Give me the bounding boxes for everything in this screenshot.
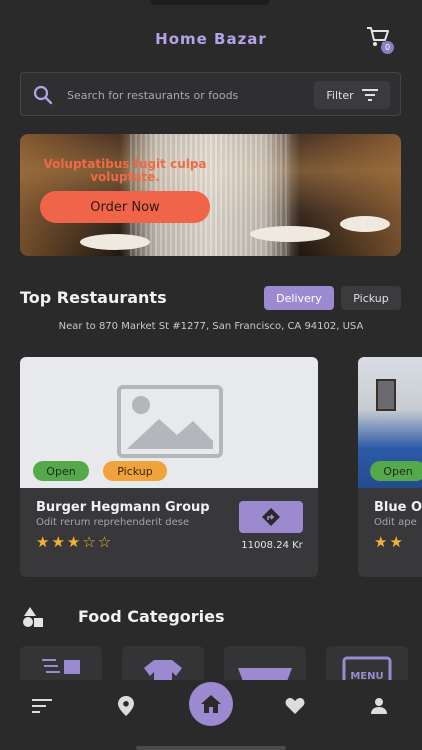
banner-table xyxy=(80,234,150,250)
home-icon xyxy=(201,695,221,713)
image-placeholder-icon xyxy=(117,385,223,458)
banner-headline: Voluptatibus fugit culpa voluptate. xyxy=(43,157,207,184)
heart-icon xyxy=(285,698,305,714)
directions-button[interactable] xyxy=(239,501,303,533)
location-address: Near to 870 Market St #1277, San Francis… xyxy=(58,321,364,332)
order-now-button[interactable]: Order Now xyxy=(40,191,210,223)
restaurant-name: Blue O xyxy=(374,500,422,515)
wall-frame xyxy=(376,379,396,411)
cart-button[interactable]: 0 xyxy=(366,26,394,54)
restaurant-image: Open Pickup xyxy=(20,357,318,488)
promo-banner[interactable]: Voluptatibus fugit culpa voluptate. Orde… xyxy=(20,134,401,256)
rating-stars: ★★★☆☆ xyxy=(36,533,114,551)
app-title: Home Bazar xyxy=(155,30,267,48)
restaurant-distance: 11008.24 Kr xyxy=(241,540,303,551)
nav-favorites[interactable] xyxy=(283,694,307,718)
search-icon[interactable] xyxy=(33,85,53,105)
user-icon xyxy=(371,698,387,714)
categories-icon xyxy=(23,607,43,627)
restaurant-name: Burger Hegmann Group xyxy=(36,500,210,515)
banner-table xyxy=(340,216,390,232)
nav-menu[interactable] xyxy=(30,694,54,718)
filter-label: Filter xyxy=(326,88,354,102)
nav-profile[interactable] xyxy=(367,694,391,718)
nav-location[interactable] xyxy=(114,694,138,718)
status-bar xyxy=(0,0,422,8)
cart-count-badge: 0 xyxy=(381,41,394,54)
open-badge: Open xyxy=(33,461,89,481)
directions-icon xyxy=(262,508,280,526)
tab-delivery[interactable]: Delivery xyxy=(264,286,334,310)
rating-stars: ★★ xyxy=(374,533,405,551)
status-notch xyxy=(150,0,270,5)
restaurant-description: Odit ape xyxy=(374,517,417,528)
food-categories-header: Food Categories xyxy=(20,604,320,630)
location-icon xyxy=(118,696,134,716)
filter-button[interactable]: Filter xyxy=(314,81,390,109)
tab-pickup[interactable]: Pickup xyxy=(341,286,401,310)
app-header: Home Bazar 0 xyxy=(0,22,422,56)
nav-home[interactable] xyxy=(189,682,233,726)
menu-icon xyxy=(32,699,52,713)
open-badge: Open xyxy=(370,461,422,481)
bottom-navigation xyxy=(0,680,422,750)
filter-icon xyxy=(361,89,378,101)
search-input[interactable] xyxy=(67,83,307,107)
restaurant-card[interactable]: Open Pickup Burger Hegmann Group Odit re… xyxy=(20,357,318,577)
banner-table xyxy=(250,226,330,242)
search-bar: Filter xyxy=(20,72,401,116)
restaurant-card[interactable]: Open Blue O Odit ape ★★ xyxy=(358,357,422,577)
restaurant-description: Odit rerum reprehenderit dese xyxy=(36,517,190,528)
restaurant-image: Open xyxy=(358,357,422,488)
pickup-badge: Pickup xyxy=(103,461,167,481)
home-indicator xyxy=(136,746,286,750)
food-categories-title: Food Categories xyxy=(78,607,225,626)
top-restaurants-title: Top Restaurants xyxy=(20,288,167,307)
